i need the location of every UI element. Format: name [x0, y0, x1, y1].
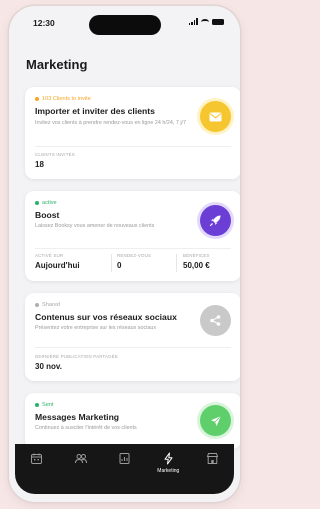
- stat-label: CLIENTS INVITÉS: [35, 152, 75, 157]
- stat-label: DERNIÈRE PUBLICATION PARTAGÉE: [35, 354, 119, 359]
- divider: [35, 146, 231, 147]
- signal-icon: [188, 18, 198, 25]
- tab-store[interactable]: [196, 452, 228, 465]
- card-status: Sent: [35, 402, 54, 408]
- stats-icon: [119, 453, 130, 464]
- card-status: 103 Clients to invite: [35, 96, 91, 102]
- card-title: Importer et inviter des clients: [35, 106, 155, 116]
- stat-value: 30 nov.: [35, 362, 62, 371]
- card-description: Invitez vos clients à prendre rendez-vou…: [35, 120, 187, 126]
- phone-screen: 12:30 Marketing 103 Clients to invite Im…: [9, 6, 240, 502]
- store-icon: [206, 453, 218, 464]
- card-import-invite-clients[interactable]: 103 Clients to invite Importer et invite…: [25, 87, 240, 179]
- wifi-icon: [201, 18, 209, 25]
- stat-separator: [176, 254, 177, 272]
- status-dot: [35, 303, 39, 307]
- status-time: 12:30: [33, 18, 55, 28]
- card-description: Continuez à susciter l'intérêt de vos cl…: [35, 425, 137, 431]
- stat-value: 18: [35, 160, 44, 169]
- stat-label: RENDEZ-VOUS: [117, 253, 152, 258]
- card-title: Messages Marketing: [35, 412, 120, 422]
- tab-label: Marketing: [157, 468, 180, 474]
- rocket-icon: [200, 205, 231, 236]
- stat-label: BÉNÉFICES: [183, 253, 210, 258]
- stat-separator: [111, 254, 112, 272]
- divider: [35, 248, 231, 249]
- stat-value: Aujourd'hui: [35, 261, 80, 270]
- system-indicators: [188, 18, 224, 25]
- card-marketing-messages[interactable]: Sent Messages Marketing Continuez à susc…: [25, 393, 240, 449]
- card-status: Shared: [35, 302, 60, 308]
- calendar-icon: [31, 453, 43, 464]
- card-description: Présentez votre entreprise sur les résea…: [35, 325, 157, 331]
- status-label: 103 Clients to invite: [42, 96, 91, 102]
- status-label: active: [42, 200, 57, 206]
- tab-stats[interactable]: [108, 452, 140, 465]
- envelope-icon: [200, 101, 231, 132]
- card-status: active: [35, 200, 57, 206]
- status-dot: [35, 201, 39, 205]
- stat-value: 50,00 €: [183, 261, 210, 270]
- page-title: Marketing: [26, 57, 88, 72]
- send-icon: [200, 405, 231, 436]
- share-icon: [200, 305, 231, 336]
- tab-clients[interactable]: [65, 452, 97, 465]
- status-bar: 12:30: [9, 6, 240, 36]
- divider: [35, 347, 231, 348]
- card-boost[interactable]: active Boost Laissez Booksy vous amener …: [25, 191, 240, 281]
- card-social-content[interactable]: Shared Contenus sur vos réseaux sociaux …: [25, 293, 240, 381]
- status-label: Shared: [42, 302, 61, 308]
- dynamic-island: [89, 15, 161, 35]
- tab-marketing[interactable]: Marketing: [152, 452, 184, 474]
- card-description: Laissez Booksy vous amener de nouveaux c…: [35, 223, 155, 229]
- tab-calendar[interactable]: [21, 452, 53, 465]
- status-dot: [35, 403, 39, 407]
- status-dot: [35, 97, 39, 101]
- status-label: Sent: [42, 402, 54, 408]
- card-title: Contenus sur vos réseaux sociaux: [35, 312, 177, 322]
- stat-label: ACTIVÉ SUR: [35, 253, 64, 258]
- card-title: Boost: [35, 210, 60, 220]
- battery-icon: [212, 18, 224, 25]
- marketing-bolt-icon: [164, 452, 173, 465]
- stat-value: 0: [117, 261, 122, 270]
- clients-icon: [74, 454, 87, 464]
- tab-bar: Marketing: [15, 444, 234, 494]
